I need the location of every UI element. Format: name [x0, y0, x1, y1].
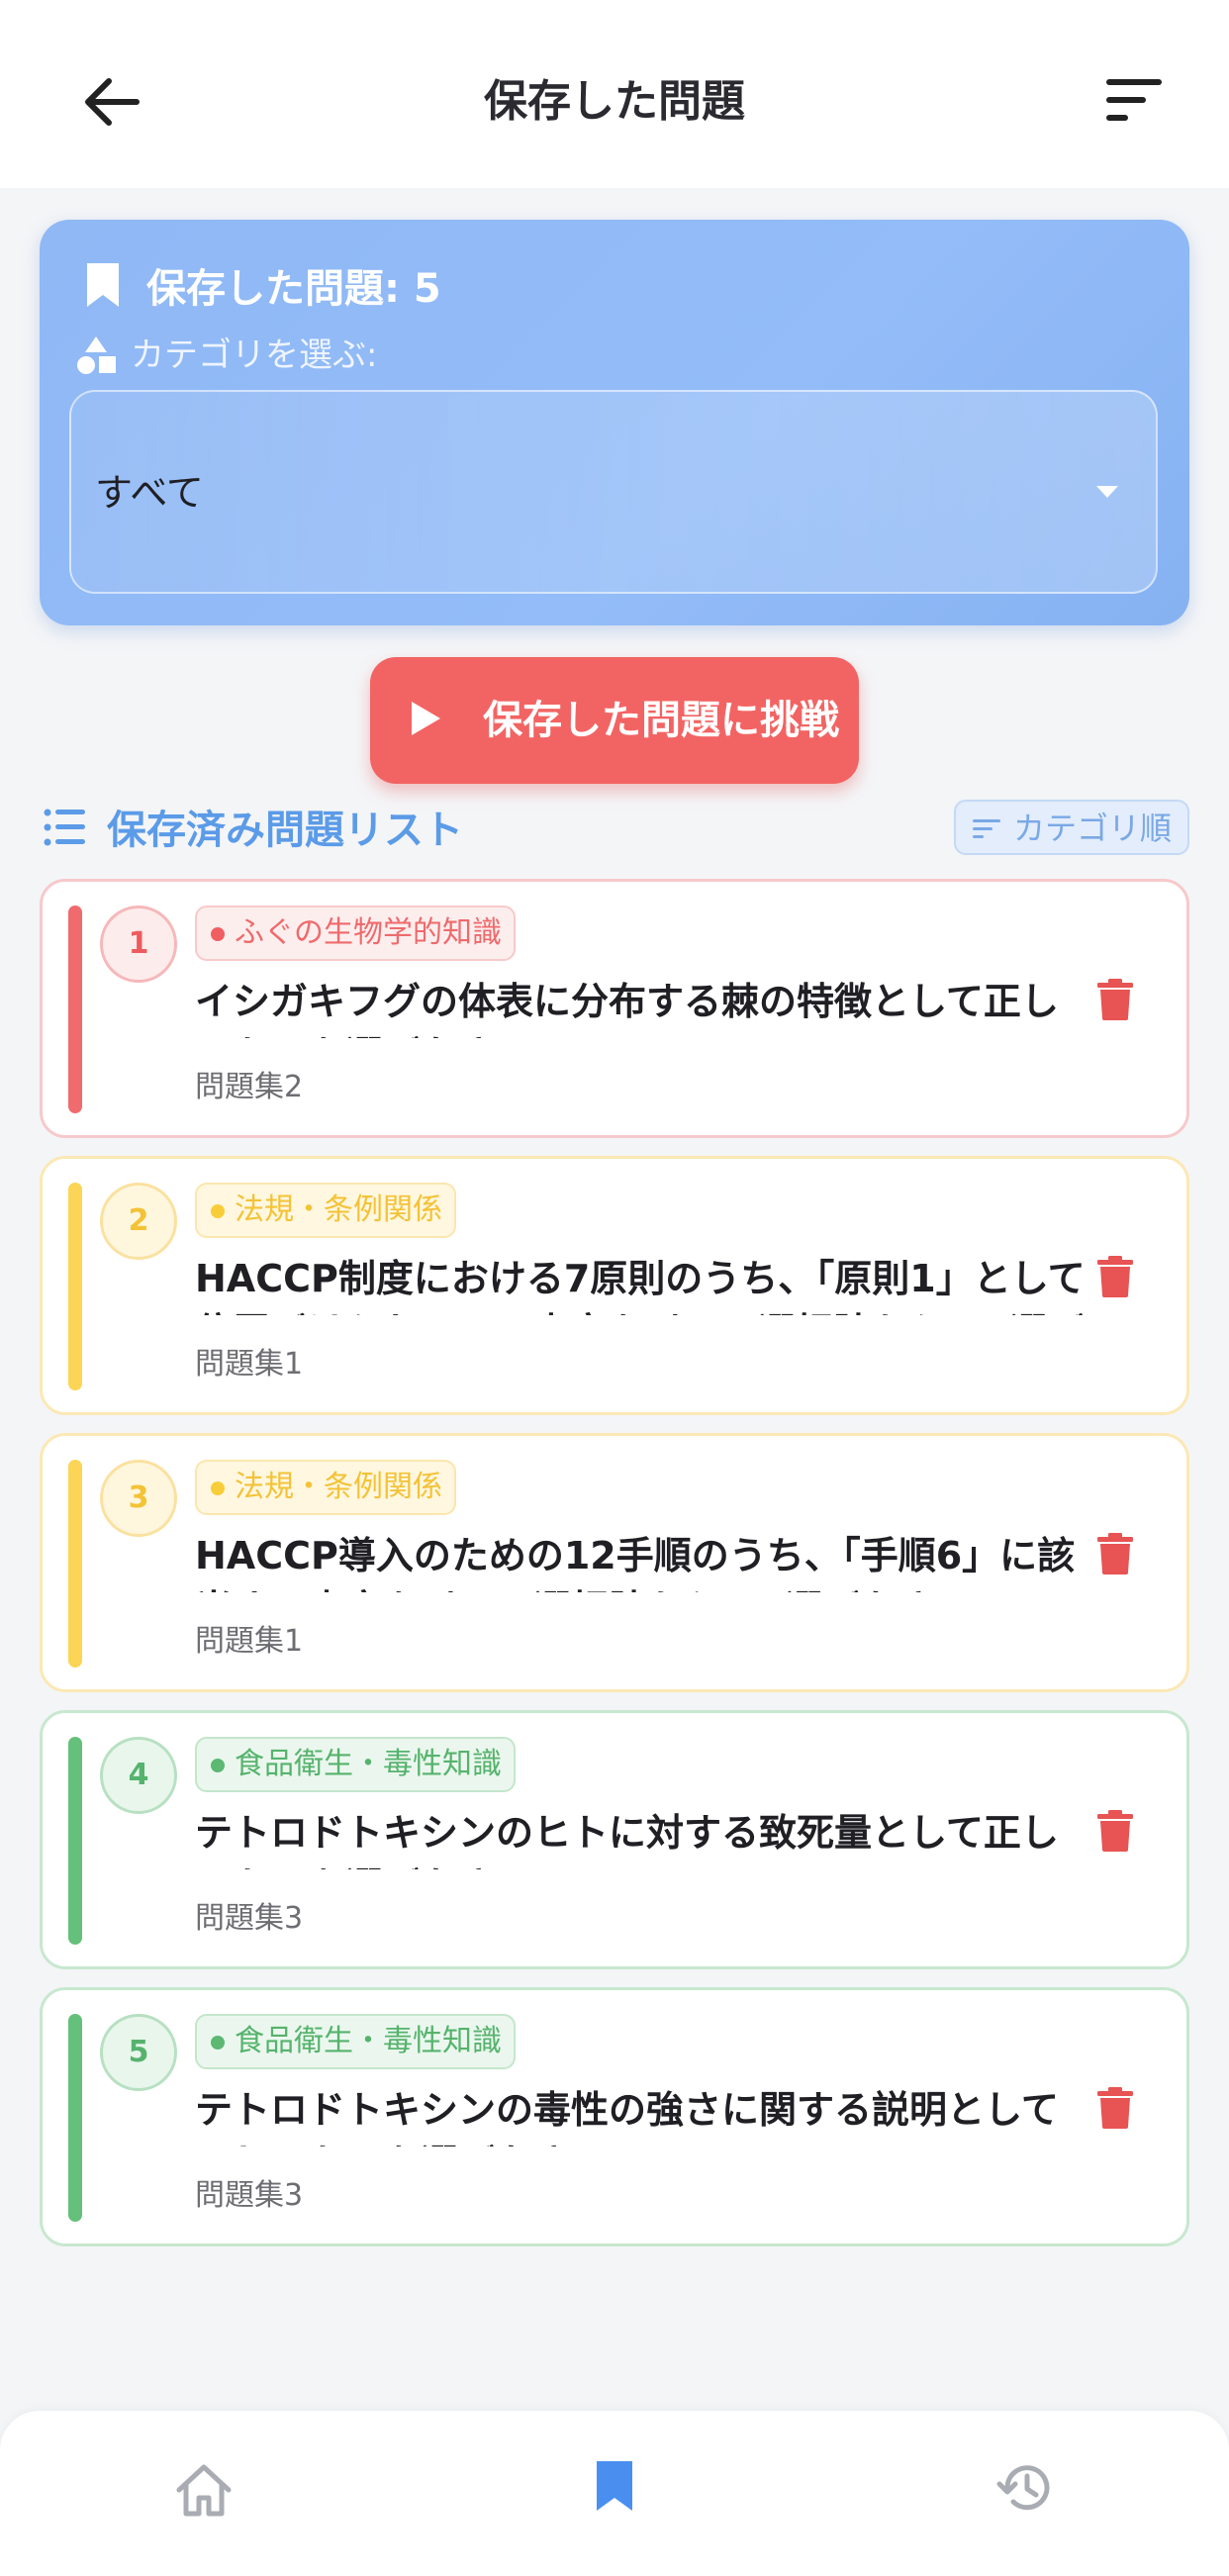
item-number: 2 — [100, 1183, 177, 1260]
page-title: 保存した問題 — [484, 76, 745, 127]
question-set: 問題集3 — [195, 2178, 304, 2213]
trash-icon[interactable] — [1097, 979, 1133, 1020]
list-item[interactable]: 5 食品衛生・毒性知識 テトロドトキシンの毒性の強さに関する説明として正しいもの… — [40, 1987, 1189, 2246]
category-tag: 法規・条例関係 — [195, 1183, 456, 1238]
question-set: 問題集3 — [195, 1901, 304, 1936]
category-dot-icon — [211, 1759, 225, 1772]
item-number: 3 — [100, 1460, 177, 1537]
category-tag: 法規・条例関係 — [195, 1460, 456, 1515]
category-color-bar — [68, 1183, 82, 1390]
category-tag-label: 法規・条例関係 — [235, 1470, 442, 1504]
home-icon[interactable] — [174, 2462, 234, 2518]
category-tag-label: 法規・条例関係 — [235, 1193, 442, 1227]
category-shapes-icon — [77, 336, 116, 374]
trash-icon[interactable] — [1097, 1533, 1133, 1574]
category-color-bar — [68, 2014, 82, 2222]
question-text: テトロドトキシンのヒトに対する致死量として正しいものを選びなさい — [195, 1811, 1059, 1869]
summary-card: 保存した問題: 5 カテゴリを選ぶ: すべて — [40, 220, 1189, 625]
question-text: HACCP導入のための12手順のうち、「手順6」に該当する内容を以下の選択肢から… — [195, 1534, 1076, 1592]
trash-icon[interactable] — [1097, 1810, 1133, 1852]
order-chip[interactable]: カテゴリ順 — [954, 800, 1189, 855]
sort-icon — [973, 819, 1000, 838]
caret-down-icon — [1096, 486, 1118, 498]
category-select[interactable]: すべて — [69, 390, 1158, 594]
category-color-bar — [68, 906, 82, 1113]
challenge-button[interactable]: 保存した問題に挑戦 — [370, 657, 859, 784]
history-icon[interactable] — [995, 2458, 1055, 2518]
sort-icon[interactable] — [1102, 75, 1166, 127]
question-text: イシガキフグの体表に分布する棘の特徴として正しいものを選びなさい — [195, 980, 1059, 1038]
category-tag: 食品衛生・毒性知識 — [195, 2014, 516, 2069]
list-item[interactable]: 4 食品衛生・毒性知識 テトロドトキシンのヒトに対する致死量として正しいものを選… — [40, 1710, 1189, 1969]
challenge-button-label: 保存した問題に挑戦 — [483, 698, 839, 743]
item-number: 5 — [100, 2014, 177, 2091]
category-color-bar — [68, 1460, 82, 1668]
category-dot-icon — [211, 1204, 225, 1218]
app-bar: 保存した問題 — [0, 0, 1229, 188]
question-set: 問題集1 — [195, 1624, 304, 1659]
category-label: カテゴリを選ぶ: — [131, 335, 378, 375]
item-number: 1 — [100, 906, 177, 983]
category-tag: 食品衛生・毒性知識 — [195, 1737, 516, 1792]
question-text: HACCP制度における7原則のうち、「原則1」として位置づけられている内容を以下… — [195, 1257, 1086, 1315]
category-dot-icon — [211, 2036, 225, 2050]
category-color-bar — [68, 1737, 82, 1945]
list-icon — [44, 809, 85, 846]
trash-icon[interactable] — [1097, 1256, 1133, 1297]
question-set: 問題集2 — [195, 1070, 304, 1104]
list-item[interactable]: 1 ふぐの生物学的知識 イシガキフグの体表に分布する棘の特徴として正しいものを選… — [40, 879, 1189, 1138]
question-set: 問題集1 — [195, 1347, 304, 1382]
bookmark-icon[interactable] — [594, 2458, 635, 2514]
category-select-value: すべて — [95, 471, 204, 515]
category-dot-icon — [211, 1481, 225, 1495]
question-text: テトロドトキシンの毒性の強さに関する説明として正しいものを選びなさい — [195, 2088, 1059, 2147]
category-tag-label: 食品衛生・毒性知識 — [235, 2024, 502, 2058]
list-item[interactable]: 2 法規・条例関係 HACCP制度における7原則のうち、「原則1」として位置づけ… — [40, 1156, 1189, 1415]
bookmark-icon — [87, 263, 119, 307]
list-item[interactable]: 3 法規・条例関係 HACCP導入のための12手順のうち、「手順6」に該当する内… — [40, 1433, 1189, 1692]
category-tag-label: 食品衛生・毒性知識 — [235, 1747, 502, 1781]
category-tag-label: ふぐの生物学的知識 — [235, 915, 502, 950]
list-header: 保存済み問題リスト カテゴリ順 — [44, 800, 1191, 859]
saved-count: 保存した問題: 5 — [146, 266, 441, 312]
item-number: 4 — [100, 1737, 177, 1814]
play-icon — [412, 702, 440, 735]
category-tag: ふぐの生物学的知識 — [195, 906, 516, 961]
order-label: カテゴリ順 — [1013, 810, 1173, 847]
category-dot-icon — [211, 927, 225, 941]
trash-icon[interactable] — [1097, 2087, 1133, 2129]
list-heading: 保存済み問題リスト — [107, 808, 463, 853]
bottom-nav — [0, 2411, 1229, 2576]
